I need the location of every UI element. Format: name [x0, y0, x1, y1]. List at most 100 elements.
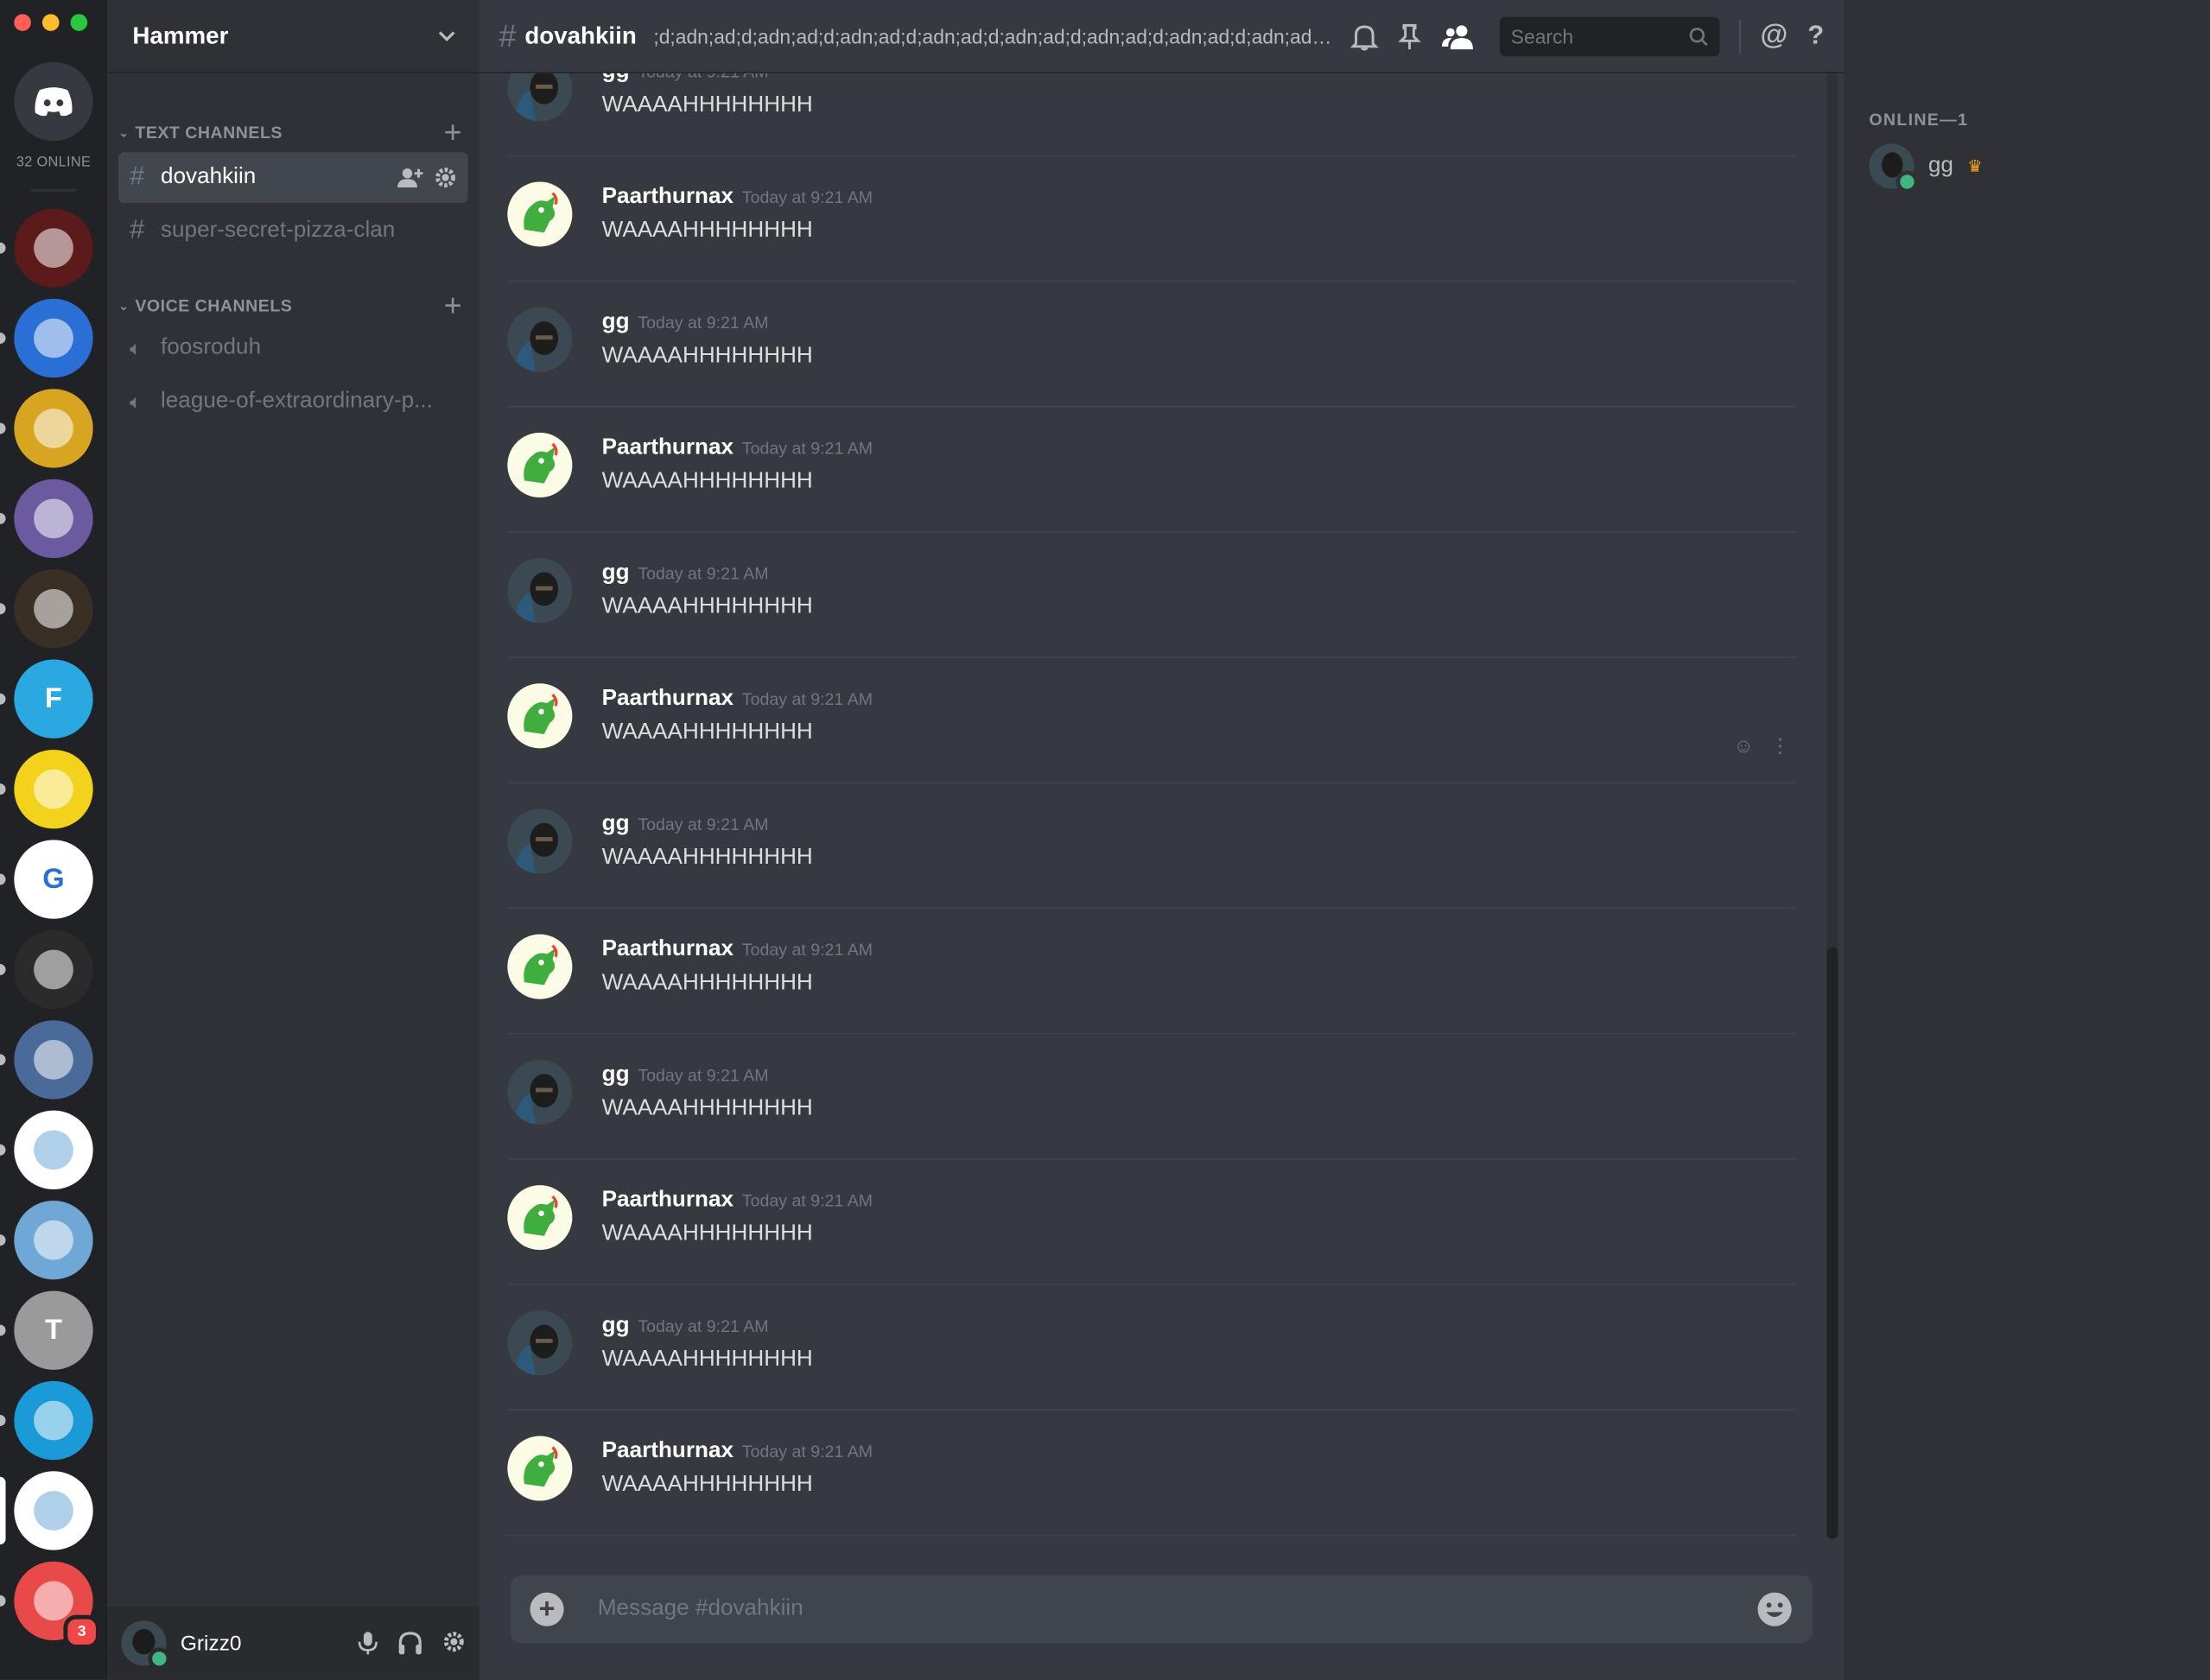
scrollbar-thumb[interactable]: [1826, 947, 1838, 1539]
message-timestamp: Today at 9:21 AM: [638, 563, 769, 584]
channel-topbar: # dovahkiin ;d;adn;ad;d;adn;ad;d;adn;ad;…: [479, 0, 1845, 73]
locked-speaker-icon: 🔈︎: [130, 390, 142, 413]
category-voice-channels[interactable]: ⌄ VOICE CHANNELS +: [110, 289, 479, 321]
bell-icon[interactable]: [1349, 22, 1379, 50]
message-author[interactable]: Paarthurnax: [602, 937, 733, 962]
message-author[interactable]: gg: [602, 561, 630, 586]
avatar[interactable]: [507, 683, 573, 749]
more-options-icon[interactable]: ⋮: [1770, 734, 1790, 758]
server-reaper[interactable]: [14, 208, 93, 288]
server-7-days[interactable]: [14, 929, 93, 1010]
avatar[interactable]: [507, 73, 573, 122]
server-snorlax[interactable]: [14, 1471, 93, 1550]
invite-icon[interactable]: [397, 167, 423, 189]
message-row[interactable]: Paarthurnax Today at 9:21 AM WAAAAHHHHHHHH: [507, 1411, 1796, 1537]
avatar[interactable]: [507, 1185, 573, 1251]
server-indicator: [0, 1144, 6, 1156]
message-row[interactable]: gg Today at 9:21 AM WAAAAHHHHHHHH: [507, 1285, 1796, 1411]
server-robot[interactable]: [14, 479, 93, 559]
server-corsair[interactable]: [14, 749, 93, 829]
server-icon: [34, 1400, 73, 1441]
avatar[interactable]: [507, 432, 573, 498]
message-row[interactable]: gg Today at 9:21 AM WAAAAHHHHHHHH: [507, 1035, 1796, 1160]
message-author[interactable]: gg: [602, 812, 630, 837]
message-row[interactable]: Paarthurnax Today at 9:21 AM WAAAAHHHHHHHH: [507, 1160, 1796, 1285]
avatar[interactable]: [507, 558, 573, 624]
home-button[interactable]: [14, 61, 93, 142]
guild-header[interactable]: Hammer: [106, 0, 479, 73]
message-content: WAAAAHHHHHHHH: [601, 971, 813, 995]
avatar[interactable]: [121, 1620, 171, 1670]
server-g[interactable]: G: [14, 840, 93, 919]
search-box[interactable]: Search: [1499, 16, 1720, 56]
server-weeb-gaming[interactable]: [14, 389, 93, 468]
server-pro-skater[interactable]: [14, 1020, 93, 1100]
message-scrollbar[interactable]: [1826, 73, 1838, 1539]
message-header: Paarthurnax Today at 9:21 AM: [602, 435, 873, 460]
category-text-channels[interactable]: ⌄ TEXT CHANNELS +: [110, 117, 479, 148]
message-list: ggToday at 9:21 AMWAAAAHHHHHHHHPaarthurn…: [479, 73, 1844, 1559]
message-row[interactable]: gg Today at 9:21 AM WAAAAHHHHHHHH: [507, 282, 1796, 408]
message-row[interactable]: gg Today at 9:21 AM WAAAAHHHHHHHH: [507, 73, 1796, 157]
add-channel-icon[interactable]: +: [444, 289, 462, 321]
avatar[interactable]: [507, 181, 573, 247]
message-row[interactable]: Paarthurnax Today at 9:21 AM WAAAAHHHHHHHH…: [507, 658, 1796, 784]
message-author[interactable]: gg: [602, 1314, 630, 1339]
avatar[interactable]: [507, 1059, 573, 1125]
headphones-icon[interactable]: [397, 1631, 422, 1656]
close-window-button[interactable]: [14, 14, 31, 31]
avatar[interactable]: [507, 307, 573, 372]
message-author[interactable]: gg: [602, 310, 630, 335]
search-icon: [1689, 27, 1708, 46]
server-ring[interactable]: [14, 1380, 93, 1461]
message-author[interactable]: Paarthurnax: [602, 1188, 733, 1213]
zoom-window-button[interactable]: [70, 14, 88, 31]
message-author[interactable]: gg: [602, 73, 630, 85]
guild-name: Hammer: [132, 22, 229, 49]
upload-plus-icon[interactable]: +: [530, 1592, 564, 1626]
add-channel-icon[interactable]: +: [444, 117, 462, 148]
message-row[interactable]: gg Today at 9:21 AM WAAAAHHHHHHHH: [507, 533, 1796, 658]
help-icon[interactable]: ?: [1807, 21, 1824, 52]
message-row[interactable]: gg Today at 9:21 AM WAAAAHHHHHHHH: [507, 783, 1796, 910]
message-author[interactable]: gg: [602, 1062, 630, 1087]
user-settings-gear-icon[interactable]: [442, 1631, 465, 1653]
avatar[interactable]: [507, 808, 573, 874]
message-author[interactable]: Paarthurnax: [602, 1439, 733, 1464]
microphone-icon[interactable]: [358, 1631, 378, 1656]
avatar[interactable]: [507, 1310, 573, 1376]
message-header: Paarthurnax Today at 9:21 AM: [602, 185, 873, 210]
window-controls: [14, 14, 88, 31]
server-fortnite[interactable]: F: [14, 659, 93, 739]
message-row[interactable]: Paarthurnax Today at 9:21 AM WAAAAHHHHHHHH: [507, 408, 1796, 533]
channel-topic[interactable]: ;d;adn;ad;d;adn;ad;d;adn;ad;d;adn;ad;d;a…: [653, 25, 1333, 48]
avatar[interactable]: [507, 934, 573, 999]
channel-name: league-of-extraordinary-p...: [160, 389, 433, 414]
mentions-icon[interactable]: @: [1761, 20, 1788, 53]
gear-icon[interactable]: [435, 167, 457, 189]
voice-channel-league[interactable]: 🔈︎ league-of-extraordinary-p...: [118, 377, 468, 428]
pin-icon[interactable]: [1398, 22, 1421, 50]
channel-super-secret-pizza-clan[interactable]: # super-secret-pizza-clan: [118, 206, 468, 257]
voice-channel-foosroduh[interactable]: 🔈︎ foosroduh: [118, 323, 468, 374]
emoji-icon[interactable]: [1756, 1591, 1793, 1627]
message-row[interactable]: Paarthurnax Today at 9:21 AM WAAAAHHHHHHHH: [507, 156, 1796, 282]
minimize-window-button[interactable]: [41, 14, 60, 31]
member-gg[interactable]: gg ♛: [1869, 143, 1983, 193]
add-reaction-icon[interactable]: ☺: [1733, 734, 1753, 758]
server-cereal[interactable]: [14, 1201, 93, 1280]
server-t[interactable]: T: [14, 1290, 93, 1370]
discord-window: 32 ONLINE F G T 3 Hammer ⌄ TEXT CHANNELS + …: [0, 0, 2210, 1680]
server-pikachu[interactable]: [14, 1110, 93, 1189]
server-sea-of-thieves[interactable]: [14, 569, 93, 649]
server-heroes[interactable]: [14, 298, 93, 378]
channel-dovahkiin[interactable]: # dovahkiin: [118, 152, 468, 203]
message-author[interactable]: Paarthurnax: [602, 435, 733, 460]
member-list-icon[interactable]: [1440, 22, 1474, 50]
avatar[interactable]: [507, 1436, 573, 1501]
message-author[interactable]: Paarthurnax: [602, 687, 733, 712]
message-input[interactable]: [594, 1594, 1756, 1624]
message-row[interactable]: Paarthurnax Today at 9:21 AM WAAAAHHHHHHHH: [507, 909, 1796, 1035]
message-author[interactable]: Paarthurnax: [602, 185, 733, 210]
server-indicator: [0, 242, 6, 254]
